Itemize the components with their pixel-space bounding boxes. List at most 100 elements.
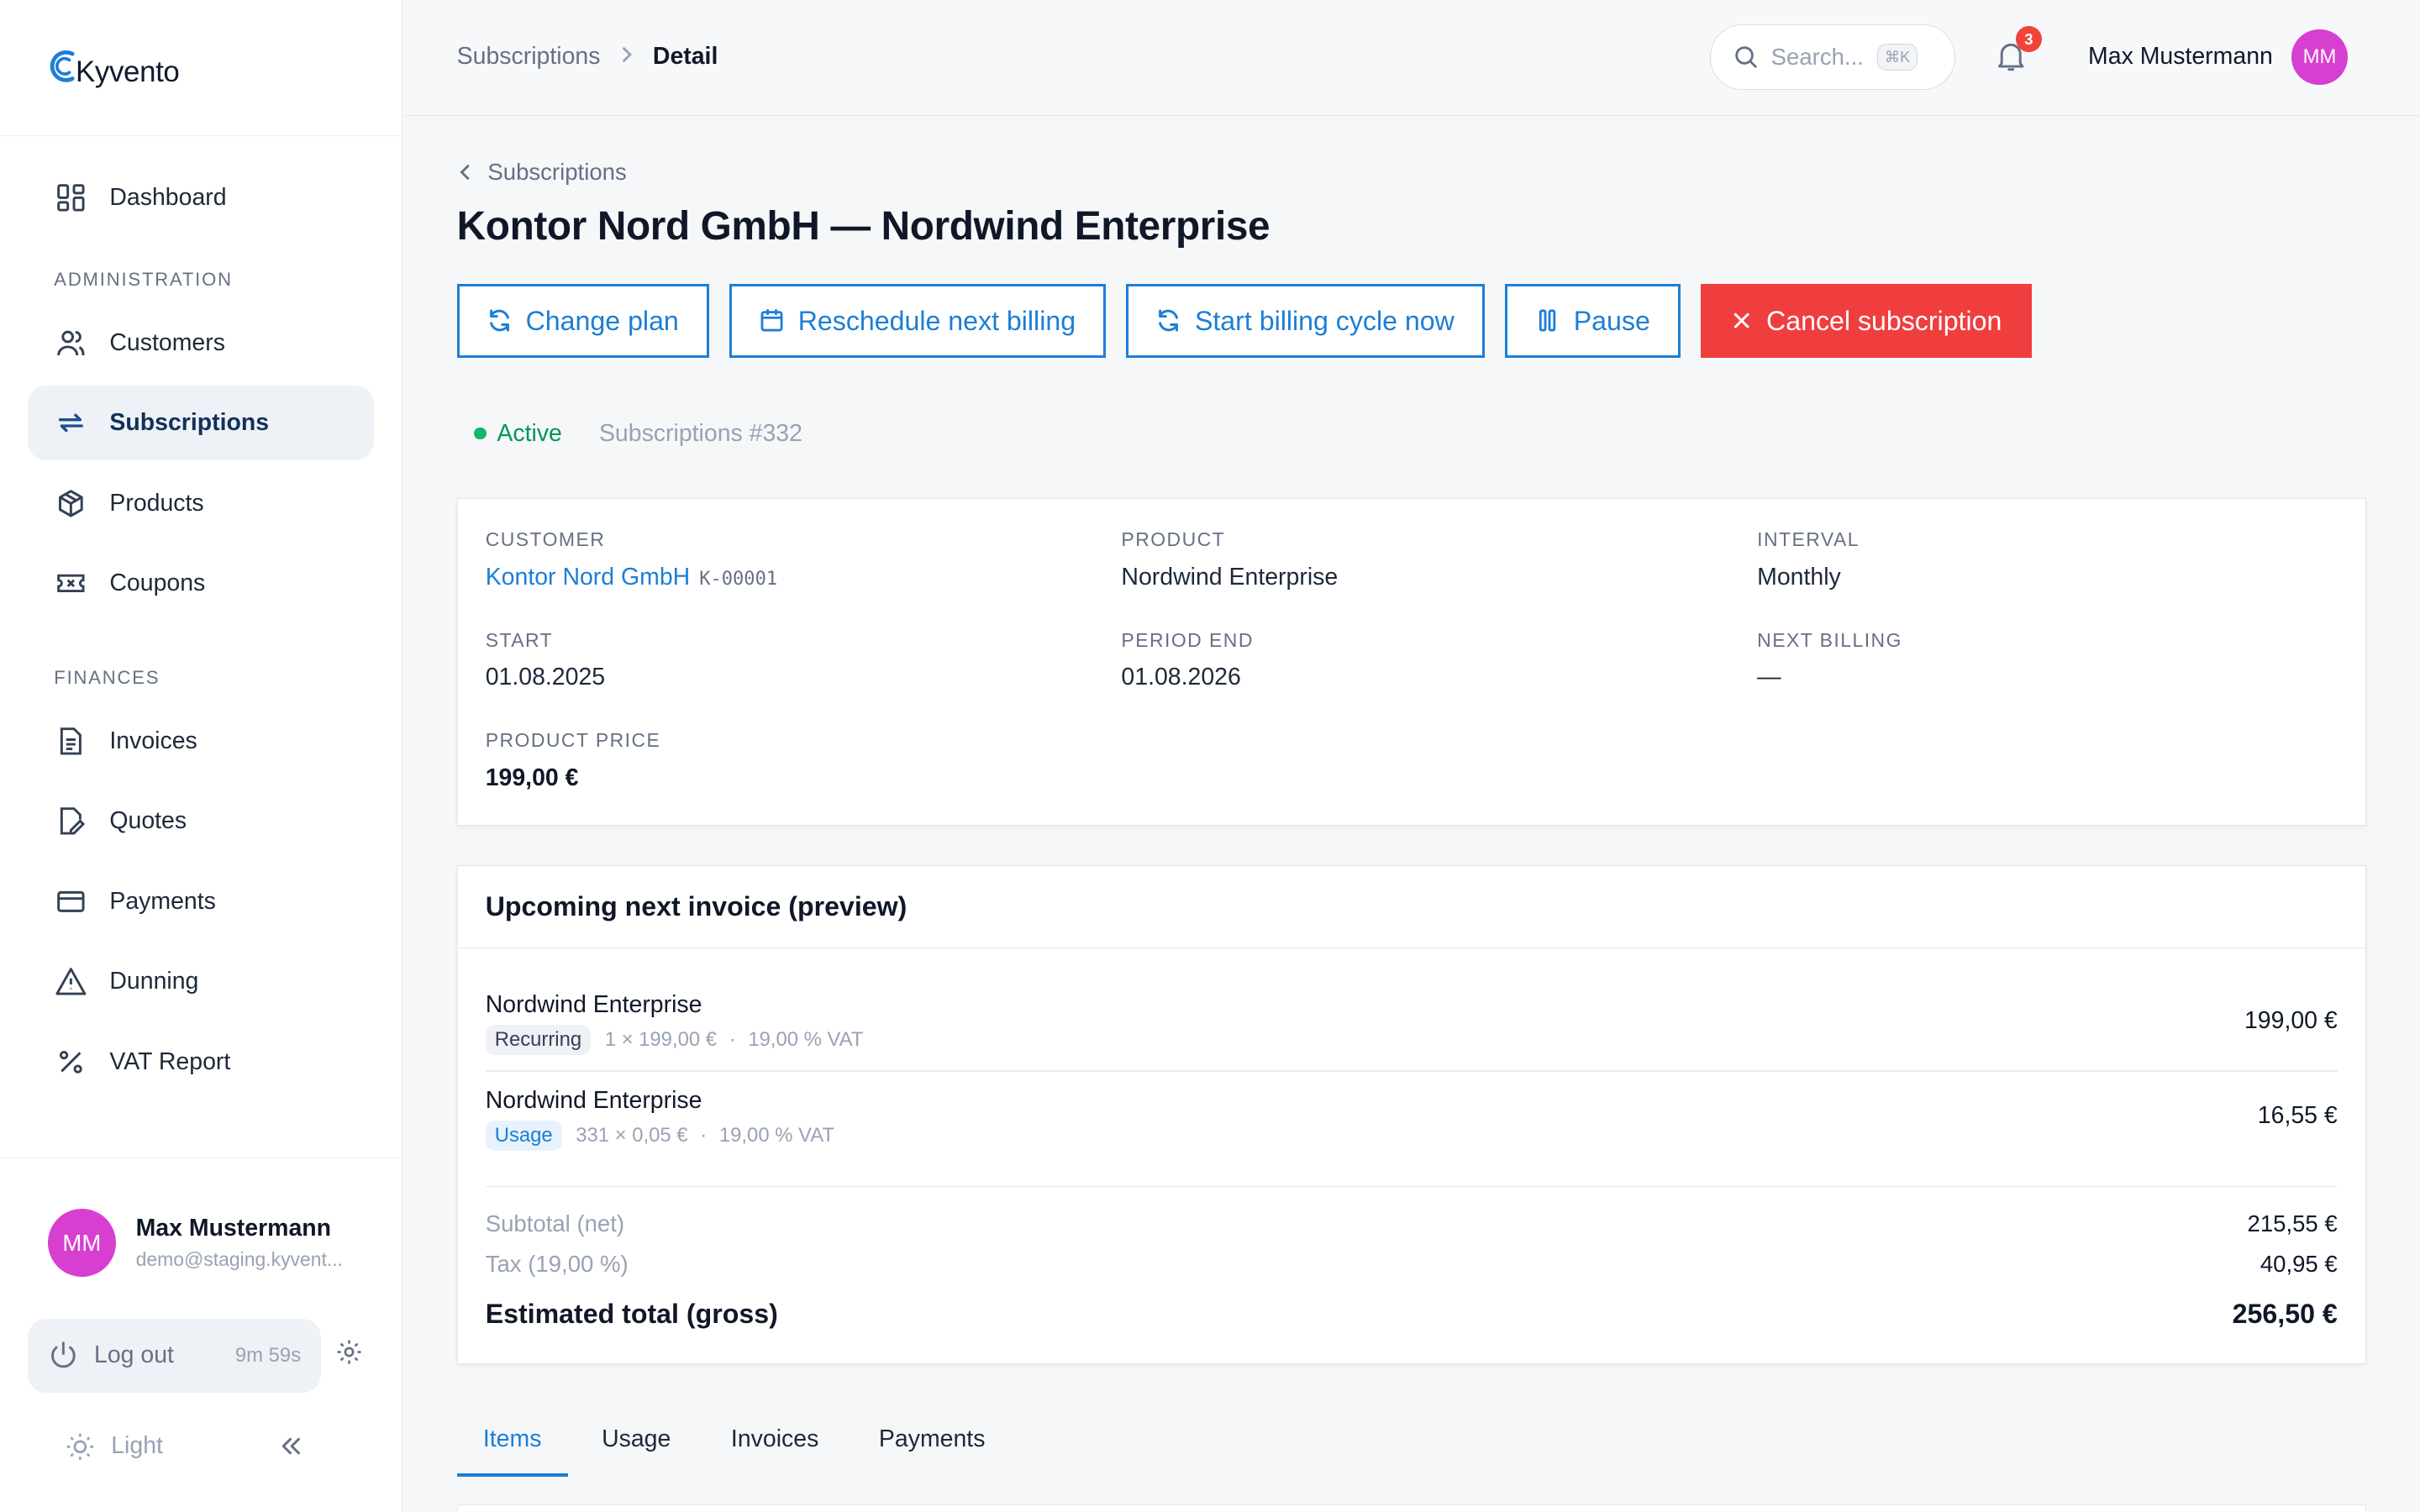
field-value: 01.08.2026 — [1121, 664, 1241, 691]
gear-icon[interactable] — [335, 1338, 363, 1373]
logout-label: Log out — [94, 1341, 174, 1369]
search-shortcut: ⌘K — [1877, 44, 1918, 71]
sidebar-item-label: Invoices — [109, 727, 197, 754]
field-value: 01.08.2025 — [485, 664, 606, 691]
logo-area: Kyvento — [0, 0, 402, 136]
subscription-details-card: CUSTOMER Kontor Nord GmbH K-00001 PRODUCT… — [456, 498, 2366, 826]
collapse-sidebar-icon[interactable] — [276, 1432, 304, 1467]
back-link-label: Subscriptions — [487, 159, 627, 186]
field-value: 199,00 € — [485, 764, 579, 791]
subscription-id: Subscriptions #332 — [598, 419, 802, 447]
total-row: Estimated total (gross) 256,50 € — [486, 1299, 2338, 1330]
tax-row: Tax (19,00 %) 40,95 € — [486, 1251, 2338, 1278]
search-input[interactable]: Search... ⌘K — [1710, 24, 1956, 90]
pause-icon — [1539, 310, 1556, 332]
sidebar-item-label: Products — [109, 489, 204, 517]
field-product: PRODUCT Nordwind Enterprise — [1121, 528, 1338, 591]
breadcrumb-current: Detail — [652, 43, 718, 71]
search-icon — [1735, 46, 1757, 69]
pause-button[interactable]: Pause — [1504, 283, 1681, 359]
line-item-tag: Usage — [485, 1121, 562, 1151]
sidebar-item-subscriptions[interactable]: Subscriptions — [28, 386, 375, 460]
sidebar-item-payments[interactable]: Payments — [28, 864, 374, 938]
topbar: Subscriptions Detail Search... ⌘K 3 Max … — [402, 0, 2420, 116]
session-timer: 9m 59s — [234, 1343, 302, 1367]
sidebar-item-customers[interactable]: Customers — [28, 306, 374, 380]
avatar: MM — [47, 1209, 116, 1277]
tax-label: Tax (19,00 %) — [485, 1250, 629, 1277]
subtotal-row: Subtotal (net) 215,55 € — [486, 1210, 2338, 1237]
sidebar-item-dashboard[interactable]: Dashboard — [28, 160, 374, 234]
status-badge: Active — [497, 419, 562, 447]
sidebar-item-products[interactable]: Products — [28, 466, 374, 540]
start-billing-cycle-button[interactable]: Start billing cycle now — [1126, 283, 1485, 359]
sidebar-item-coupons[interactable]: Coupons — [28, 546, 374, 620]
subtotal-value: 215,55 € — [2247, 1210, 2338, 1236]
tab-payments[interactable]: Payments — [853, 1410, 1012, 1478]
sidebar-nav: Dashboard ADMINISTRATION Customers Subsc… — [0, 136, 402, 1100]
box-icon — [54, 486, 87, 520]
line-item-name: Nordwind Enterprise — [485, 1087, 702, 1115]
reschedule-billing-button[interactable]: Reschedule next billing — [729, 283, 1107, 359]
user-email: demo@staging.kyvent... — [135, 1248, 344, 1271]
line-item-separator: · — [700, 1124, 708, 1147]
nav-section-administration: ADMINISTRATION — [54, 268, 233, 290]
sidebar-item-quotes[interactable]: Quotes — [28, 785, 374, 858]
nav-section-finances: FINANCES — [54, 666, 160, 688]
warning-icon — [54, 964, 87, 998]
logo[interactable]: Kyvento — [46, 46, 180, 89]
status-dot — [473, 427, 487, 440]
sidebar-footer: MM Max Mustermann demo@staging.kyvent...… — [0, 1157, 403, 1512]
field-period-end: PERIOD END 01.08.2026 — [1121, 629, 1253, 692]
file-icon — [54, 724, 87, 758]
refresh-icon — [1159, 309, 1179, 333]
sidebar-item-label: VAT Report — [109, 1047, 231, 1075]
file-edit-icon — [54, 804, 87, 837]
user-card[interactable]: MM Max Mustermann demo@staging.kyvent... — [28, 1191, 374, 1294]
line-item-separator: · — [729, 1028, 736, 1052]
avatar[interactable]: MM — [2291, 29, 2348, 85]
sidebar-item-dunning[interactable]: Dunning — [28, 945, 374, 1019]
tab-items[interactable]: Items — [456, 1410, 568, 1478]
percent-icon — [54, 1045, 87, 1079]
back-link[interactable]: Subscriptions — [457, 159, 627, 186]
top-user-name[interactable]: Max Mustermann — [2088, 43, 2273, 71]
sidebar-item-label: Payments — [109, 887, 216, 915]
line-item-amount: 199,00 € — [2244, 1006, 2338, 1034]
tab-invoices[interactable]: Invoices — [705, 1410, 845, 1478]
field-customer: CUSTOMER Kontor Nord GmbH K-00001 — [486, 528, 777, 591]
tab-panel — [456, 1504, 2366, 1512]
tab-usage[interactable]: Usage — [576, 1410, 697, 1478]
action-bar: Change plan Reschedule next billing Star… — [456, 283, 2053, 359]
line-item-name: Nordwind Enterprise — [485, 991, 702, 1019]
field-label: PRODUCT — [1121, 528, 1226, 551]
line-item-vat: 19,00 % VAT — [718, 1124, 834, 1147]
field-product-price: PRODUCT PRICE 199,00 € — [486, 729, 661, 792]
sidebar: Kyvento Dashboard ADMINISTRATION Custome… — [0, 0, 403, 1512]
chevron-right-icon — [619, 43, 634, 71]
theme-toggle[interactable]: Light — [65, 1431, 163, 1462]
invoice-line-item: Nordwind Enterprise Usage 331 × 0,05 € ·… — [485, 1087, 2338, 1151]
divider — [485, 1185, 2338, 1188]
sun-icon — [66, 1433, 94, 1460]
search-placeholder: Search... — [1770, 43, 1864, 70]
change-plan-button[interactable]: Change plan — [456, 283, 709, 359]
total-value: 256,50 € — [2232, 1298, 2338, 1329]
invoice-line-item: Nordwind Enterprise Recurring 1 × 199,00… — [485, 991, 2338, 1055]
sidebar-item-invoices[interactable]: Invoices — [28, 704, 374, 778]
total-label: Estimated total (gross) — [485, 1298, 778, 1329]
sidebar-item-vat-report[interactable]: VAT Report — [28, 1025, 374, 1099]
field-value: Nordwind Enterprise — [1121, 563, 1339, 591]
power-icon — [50, 1341, 76, 1368]
customer-link[interactable]: Kontor Nord GmbH — [486, 564, 691, 591]
detail-tabs: Items Usage Invoices Payments — [456, 1410, 2366, 1478]
cancel-subscription-button[interactable]: Cancel subscription — [1700, 283, 2033, 359]
upcoming-invoice-card: Upcoming next invoice (preview) Nordwind… — [456, 865, 2366, 1364]
field-next-billing: NEXT BILLING — — [1757, 629, 1902, 692]
tax-value: 40,95 € — [2260, 1250, 2338, 1277]
field-value: Monthly — [1757, 563, 1841, 591]
breadcrumb-parent[interactable]: Subscriptions — [457, 43, 601, 71]
logout-button[interactable]: Log out 9m 59s — [28, 1318, 322, 1393]
customer-code: K-00001 — [699, 568, 778, 590]
field-value: — — [1757, 664, 1781, 691]
